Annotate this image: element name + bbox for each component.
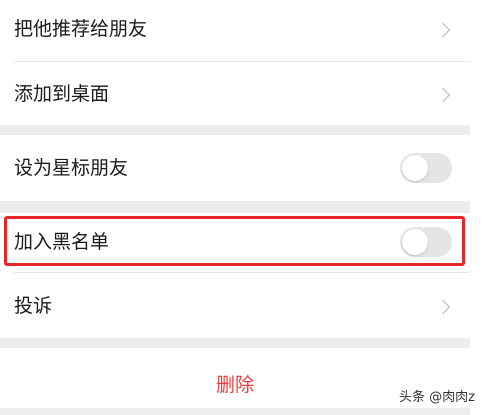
recommend-to-friend-row[interactable]: 把他推荐给朋友 <box>0 0 470 60</box>
right-margin <box>470 0 485 415</box>
section-gap <box>0 125 470 135</box>
complain-row[interactable]: 投诉 <box>0 273 470 337</box>
contact-settings-page: 把他推荐给朋友 添加到桌面 设为星标朋友 加入黑名单 投诉 删除 头条 @肉肉z <box>0 0 485 415</box>
toggle-knob <box>402 229 428 255</box>
chevron-right-icon <box>435 87 451 103</box>
blacklist-toggle[interactable] <box>400 227 452 257</box>
chevron-right-icon <box>435 22 451 38</box>
watermark-text: 头条 @肉肉z <box>399 390 475 405</box>
add-to-desktop-label: 添加到桌面 <box>14 83 110 105</box>
star-friend-label: 设为星标朋友 <box>14 157 129 179</box>
add-to-desktop-row[interactable]: 添加到桌面 <box>0 62 470 124</box>
recommend-to-friend-label: 把他推荐给朋友 <box>14 18 148 40</box>
toggle-knob <box>402 155 428 181</box>
chevron-right-icon <box>435 299 451 315</box>
star-friend-toggle[interactable] <box>400 153 452 183</box>
star-friend-row: 设为星标朋友 <box>0 135 470 201</box>
section-gap <box>0 338 470 348</box>
section-gap <box>0 201 470 213</box>
blacklist-label: 加入黑名单 <box>14 231 110 253</box>
section-gap <box>0 408 470 415</box>
blacklist-row: 加入黑名单 <box>0 213 470 271</box>
complain-label: 投诉 <box>14 295 53 317</box>
